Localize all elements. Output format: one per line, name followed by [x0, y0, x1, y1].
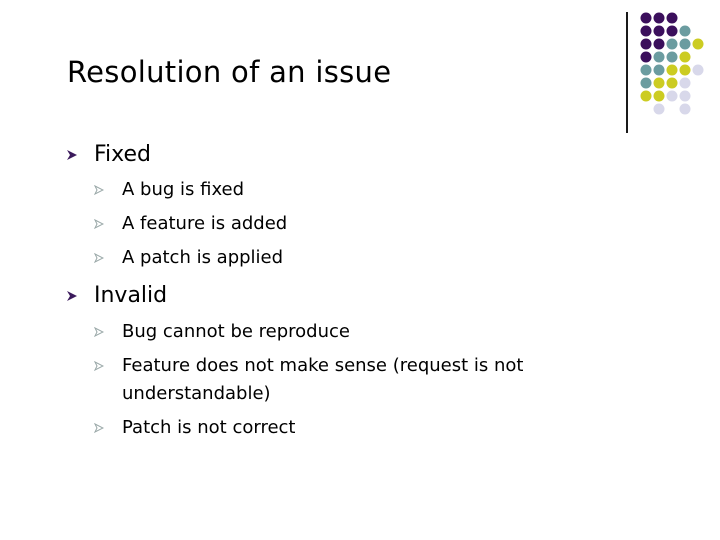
sub-bullet-label: Patch is not correct — [122, 417, 296, 438]
decorative-dot — [640, 51, 652, 63]
decorative-dot — [679, 38, 691, 50]
decorative-dot — [653, 12, 665, 24]
sub-bullet-label: Feature does not make sense (request is … — [122, 355, 524, 376]
arrowhead-bullet-icon — [94, 361, 104, 371]
sub-bullet-label: A patch is applied — [122, 247, 284, 268]
decorative-dot — [653, 38, 665, 50]
decorative-dot — [666, 90, 678, 102]
decorative-dot — [653, 51, 665, 63]
bullet-label: Fixed — [94, 142, 152, 167]
decorative-dot — [679, 64, 691, 76]
decorative-dot — [653, 77, 665, 89]
arrowhead-bullet-icon — [94, 219, 104, 229]
decorative-dot — [640, 38, 652, 50]
decorative-dot — [666, 64, 678, 76]
arrowhead-bullet-icon — [94, 253, 104, 263]
sub-bullet-label: Bug cannot be reproduce — [122, 321, 350, 342]
decorative-dot — [692, 38, 704, 50]
arrowhead-bullet-icon — [94, 423, 104, 433]
decorative-vertical-line — [626, 12, 628, 133]
slide-title: Resolution of an issue — [67, 55, 392, 89]
arrowhead-bullet-icon — [67, 150, 77, 160]
decorative-dot — [653, 25, 665, 37]
decorative-dot — [679, 25, 691, 37]
decorative-dot — [666, 12, 678, 24]
decorative-dot — [640, 64, 652, 76]
decorative-dot — [679, 90, 691, 102]
arrowhead-bullet-icon — [94, 327, 104, 337]
decorative-dot — [653, 64, 665, 76]
decorative-dot — [653, 90, 665, 102]
sub-bullet-label-continuation: understandable) — [122, 383, 271, 404]
sub-bullet-label: A bug is fixed — [122, 179, 245, 200]
decorative-dot — [666, 38, 678, 50]
decorative-dot — [666, 25, 678, 37]
arrowhead-bullet-icon — [94, 185, 104, 195]
decorative-dot — [679, 103, 691, 115]
decorative-dot — [692, 64, 704, 76]
sub-bullet-label: A feature is added — [122, 213, 288, 234]
decorative-dot — [679, 51, 691, 63]
decorative-dot — [666, 77, 678, 89]
decorative-dot — [640, 25, 652, 37]
decorative-dot — [640, 12, 652, 24]
decorative-dot — [640, 77, 652, 89]
bullet-label: Invalid — [94, 283, 168, 308]
decorative-dot — [666, 51, 678, 63]
arrowhead-bullet-icon — [67, 291, 77, 301]
decorative-dot — [640, 90, 652, 102]
decorative-dot — [653, 103, 665, 115]
decorative-dot — [679, 77, 691, 89]
